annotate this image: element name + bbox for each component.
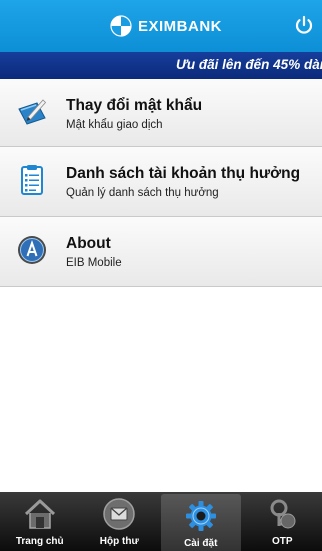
password-card-icon bbox=[18, 99, 47, 125]
menu-item-title: About bbox=[66, 235, 111, 252]
ticker-text: Ưu đãi lên đến 45% dàn bbox=[176, 57, 322, 72]
mail-icon bbox=[103, 498, 135, 530]
tab-home[interactable]: Trang chủ bbox=[0, 492, 80, 551]
bottom-tab-bar: Trang chủ Hộp thư Cài đặt OTP bbox=[0, 492, 322, 551]
menu-item-subtitle: Mật khẩu giao dịch bbox=[66, 119, 163, 131]
power-icon[interactable] bbox=[292, 13, 316, 37]
about-icon bbox=[18, 236, 46, 264]
screen: EXIMBANK Ưu đãi lên đến 45% dàn Thay đổi… bbox=[0, 0, 322, 551]
brand-name: EXIMBANK bbox=[138, 17, 223, 35]
menu-item-subtitle: EIB Mobile bbox=[66, 257, 122, 269]
app-header: EXIMBANK bbox=[0, 0, 322, 52]
menu-item-beneficiary-list[interactable]: Danh sách tài khoản thụ hưởng Quản lý da… bbox=[0, 147, 322, 217]
menu-item-subtitle: Quản lý danh sách thụ hưởng bbox=[66, 187, 219, 199]
clipboard-list-icon bbox=[21, 165, 43, 195]
eximbank-logo-icon bbox=[110, 15, 132, 37]
menu-item-about[interactable]: About EIB Mobile bbox=[0, 217, 322, 287]
tab-settings[interactable]: Cài đặt bbox=[161, 494, 241, 551]
tab-otp[interactable]: OTP bbox=[243, 492, 322, 551]
tab-inbox[interactable]: Hộp thư bbox=[80, 492, 160, 551]
tab-label: OTP bbox=[271, 536, 293, 547]
menu-item-change-password[interactable]: Thay đổi mật khẩu Mật khẩu giao dịch bbox=[0, 79, 322, 147]
settings-gear-icon bbox=[185, 501, 216, 531]
tab-label: Hộp thư bbox=[99, 536, 139, 547]
tab-label: Cài đặt bbox=[184, 538, 218, 549]
menu-item-title: Danh sách tài khoản thụ hưởng bbox=[66, 165, 301, 182]
settings-menu: Thay đổi mật khẩu Mật khẩu giao dịch Dan… bbox=[0, 79, 322, 287]
menu-item-title: Thay đổi mật khẩu bbox=[66, 97, 203, 114]
brand: EXIMBANK bbox=[110, 13, 222, 39]
tab-label: Trang chủ bbox=[15, 536, 64, 547]
otp-key-icon bbox=[270, 499, 296, 529]
home-icon bbox=[24, 499, 55, 529]
promo-ticker[interactable]: Ưu đãi lên đến 45% dàn bbox=[0, 52, 322, 79]
